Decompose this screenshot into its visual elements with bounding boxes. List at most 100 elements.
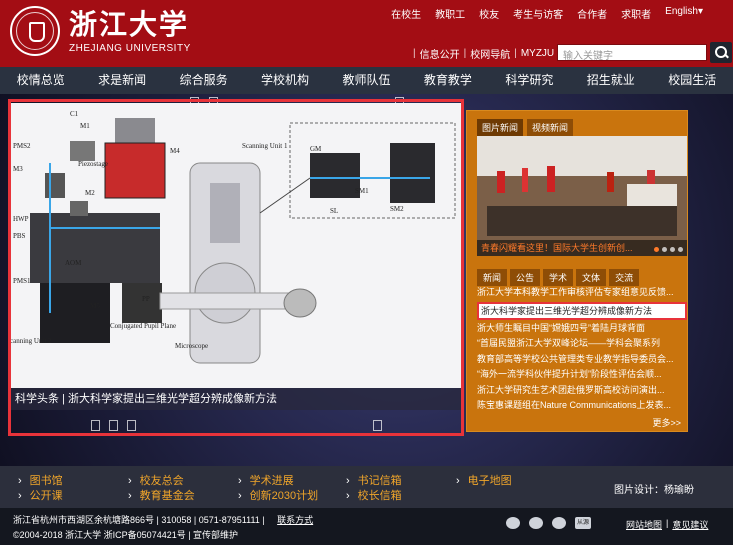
sitemap-link[interactable]: 网站地图	[626, 518, 662, 531]
link-innovation-2030[interactable]: 创新2030计划	[238, 487, 318, 503]
label-piezostage: Piezostage	[78, 160, 108, 168]
news-item[interactable]: 陈宝惠课题组在Nature Communications上发表...	[477, 398, 687, 414]
carousel-dot[interactable]	[670, 247, 675, 252]
news-item[interactable]: “海外一流学科伙伴提升计划”阶段性评估会顺...	[477, 367, 687, 383]
nav-news[interactable]: 求是新闻	[81, 67, 162, 94]
news-item[interactable]: 浙江大学本科教学工作审核评估专家组意见反馈...	[477, 285, 687, 301]
link-partners[interactable]: 合作者	[577, 6, 607, 21]
link-staff[interactable]: 教职工	[435, 6, 465, 21]
language-switch[interactable]: English▾	[665, 6, 703, 21]
site-header: 浙江大学 ZHEJIANG UNIVERSITY 在校生 教职工 校友 考生与访…	[0, 0, 733, 67]
footer-copyright: ©2004-2018 浙江大学 浙ICP备05074421号 | 宣传部维护	[13, 530, 239, 540]
main-nav: 校情总览 求是新闻 综合服务 学校机构 教师队伍 教育教学 科学研究 招生就业 …	[0, 67, 733, 94]
label-pp: PP	[142, 295, 150, 303]
label-m3: M3	[13, 165, 23, 173]
utility-links: | 信息公开 | 校网导航 | MYZJU	[413, 46, 555, 61]
optical-diagram-svg: C1 M1 PMS2 Piezostage M3 M2 M4 HWP PBS A…	[10, 103, 462, 388]
link-jobseekers[interactable]: 求职者	[621, 6, 651, 21]
news-item[interactable]: 浙大师生瞩目中国“嫦娥四号”着陆月球背面	[477, 321, 687, 337]
feedback-link[interactable]: 意见建议	[672, 518, 708, 531]
link-myzju[interactable]: MYZJU	[521, 48, 554, 59]
label-hwp: HWP	[13, 215, 29, 223]
photo-news-slide[interactable]: 青春闪耀看这里！国际大学生创新创...	[477, 136, 687, 256]
label-sl: SL	[330, 207, 338, 215]
nav-overview[interactable]: 校情总览	[0, 67, 81, 94]
image-design-credit: 图片设计：杨瑜盼	[614, 485, 694, 496]
news-item[interactable]: 浙江大学研究生艺术团赴俄罗斯高校访问演出...	[477, 383, 687, 399]
news-item-highlighted[interactable]: 浙大科学家提出三维光学超分辨成像新方法	[477, 301, 687, 320]
weibo-icon[interactable]	[506, 517, 520, 529]
social-links: 从源	[506, 517, 591, 529]
footer-address: 浙江省杭州市西湖区余杭塘路866号 | 310058 | 0571-879511…	[13, 515, 265, 525]
news-category-tabs: 新闻 公告 学术 文体 交流	[477, 269, 640, 286]
nav-campus-life[interactable]: 校园生活	[652, 67, 733, 94]
site-footer: 浙江省杭州市西湖区余杭塘路866号 | 310058 | 0571-879511…	[0, 508, 733, 545]
decor-square	[373, 420, 382, 431]
link-library[interactable]: 图书馆	[18, 472, 63, 488]
label-pms1: PMS1	[13, 277, 31, 285]
headline-banner: C1 M1 PMS2 Piezostage M3 M2 M4 HWP PBS A…	[0, 94, 733, 466]
news-panel: 图片新闻 视频新闻 青春闪耀看这里！国际大学生创新创... 新闻 公告 学术 文…	[466, 110, 688, 432]
qq-icon[interactable]	[529, 517, 543, 529]
label-microscope: Microscope	[175, 342, 208, 350]
nav-departments[interactable]: 学校机构	[244, 67, 325, 94]
link-students[interactable]: 在校生	[391, 6, 421, 21]
nav-services[interactable]: 综合服务	[163, 67, 244, 94]
link-campus-map[interactable]: 电子地图	[456, 472, 512, 488]
contact-link[interactable]: 联系方式	[277, 515, 313, 525]
decor-square	[91, 420, 100, 431]
social-tag-icon[interactable]: 从源	[575, 517, 591, 529]
carousel-dot[interactable]	[654, 247, 659, 252]
university-seal-icon	[10, 6, 60, 56]
link-site-navigation[interactable]: 校网导航	[470, 46, 510, 61]
nav-research[interactable]: 科学研究	[489, 67, 570, 94]
link-education-foundation[interactable]: 教育基金会	[128, 487, 195, 503]
label-m2: M2	[85, 189, 95, 197]
wechat-icon[interactable]	[552, 517, 566, 529]
link-president-mailbox[interactable]: 校长信箱	[346, 487, 402, 503]
link-alumni-association[interactable]: 校友总会	[128, 472, 184, 488]
label-sm1: SM1	[355, 187, 369, 195]
label-conjugated-pupil-plane: Conjugated Pupil Plane	[110, 322, 176, 330]
nav-education[interactable]: 教育教学	[407, 67, 488, 94]
carousel-dot[interactable]	[662, 247, 667, 252]
news-item[interactable]: 教育部高等学校公共管理类专业教学指导委员会...	[477, 352, 687, 368]
more-news-link[interactable]: 更多>>	[652, 416, 681, 429]
exhibition-photo	[477, 136, 687, 256]
logo-chinese-name: 浙江大学	[69, 7, 190, 41]
label-scanning-unit-2: canning Unit 2	[10, 337, 52, 345]
tab-photo-news[interactable]: 图片新闻	[477, 119, 524, 136]
news-item[interactable]: “首届民盟浙江大学双峰论坛——学科会聚系列	[477, 336, 687, 352]
label-m5: M5	[90, 302, 100, 310]
optical-setup-diagram[interactable]: C1 M1 PMS2 Piezostage M3 M2 M4 HWP PBS A…	[10, 103, 462, 388]
link-visitors[interactable]: 考生与访客	[513, 6, 563, 21]
decor-square	[127, 420, 136, 431]
label-sm2: SM2	[390, 205, 404, 213]
link-info-disclosure[interactable]: 信息公开	[420, 46, 460, 61]
link-academic-progress[interactable]: 学术进展	[238, 472, 294, 488]
footer-links: 网站地图 | 意见建议	[626, 518, 708, 531]
tab-academic[interactable]: 学术	[543, 269, 574, 286]
link-secretary-mailbox[interactable]: 书记信箱	[346, 472, 402, 488]
tab-announcements[interactable]: 公告	[510, 269, 541, 286]
link-open-courses[interactable]: 公开课	[18, 487, 63, 503]
search-input[interactable]: 输入关键字	[557, 44, 707, 62]
university-logo[interactable]: 浙江大学 ZHEJIANG UNIVERSITY	[10, 6, 191, 56]
tab-exchange[interactable]: 交流	[609, 269, 640, 286]
tab-video-news[interactable]: 视频新闻	[527, 119, 574, 136]
tab-culture-sports[interactable]: 文体	[576, 269, 607, 286]
label-scanning-unit-1: Scanning Unit 1	[242, 142, 288, 150]
label-m1: M1	[80, 122, 90, 130]
tab-news[interactable]: 新闻	[477, 269, 508, 286]
label-pms2: PMS2	[13, 142, 31, 150]
label-aom: AOM	[65, 259, 82, 267]
carousel-dots	[654, 247, 683, 252]
nav-admissions[interactable]: 招生就业	[570, 67, 651, 94]
footer-separator: |	[666, 518, 669, 528]
link-alumni[interactable]: 校友	[479, 6, 499, 21]
search-icon[interactable]	[710, 42, 732, 63]
carousel-dot[interactable]	[678, 247, 683, 252]
logo-english-name: ZHEJIANG UNIVERSITY	[69, 42, 191, 54]
banner-caption[interactable]: 科学头条 | 浙大科学家提出三维光学超分辨成像新方法	[10, 388, 462, 410]
nav-faculty[interactable]: 教师队伍	[326, 67, 407, 94]
